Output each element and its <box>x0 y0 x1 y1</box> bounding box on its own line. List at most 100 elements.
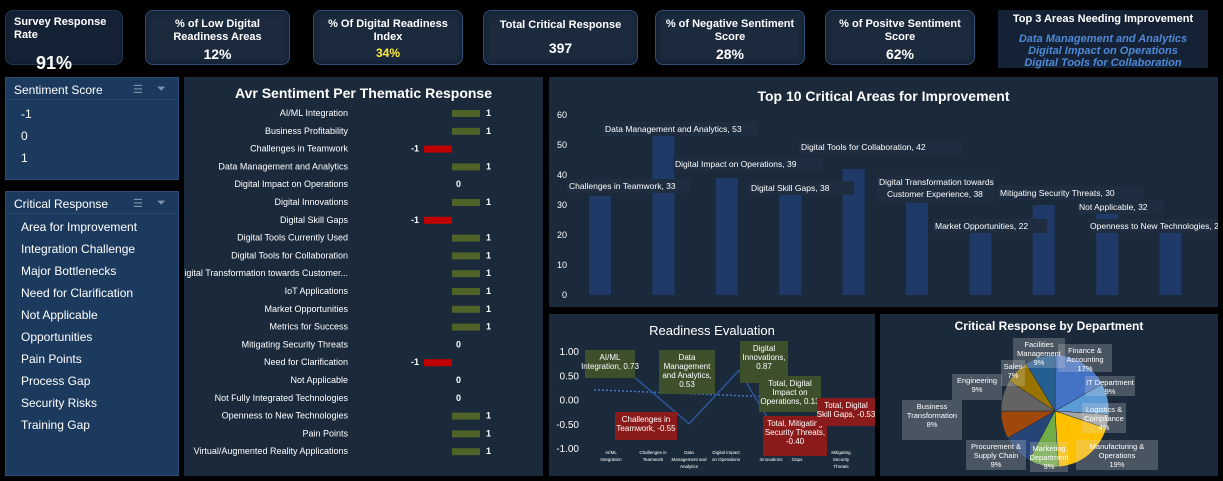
data-label: Operations, 0.13 <box>760 397 820 406</box>
multi-select-icon[interactable]: ☰ <box>133 197 143 210</box>
data-label: Procurement & <box>971 442 1021 451</box>
data-label: Digital <box>753 344 775 353</box>
slicer-item[interactable]: Opportunities <box>6 326 178 348</box>
data-label: 9% <box>1044 462 1055 471</box>
y-tick-label: 0 <box>562 290 567 300</box>
slicer-item[interactable]: Need for Clarification <box>6 282 178 304</box>
category-label: AI/ML Integration <box>280 108 348 118</box>
category-label: Business Profitability <box>265 126 349 136</box>
slicer-item[interactable]: Security Risks <box>6 392 178 414</box>
y-tick-label: 1.00 <box>560 347 580 358</box>
top3-item: Digital Tools for Collaboration <box>1024 57 1182 69</box>
kpi-title: % Of Digital Readiness Index <box>328 18 448 43</box>
data-label: Business <box>917 402 948 411</box>
y-tick-label: 0.50 <box>560 371 580 382</box>
kpi-negative-sentiment: % of Negative Sentiment Score 28% <box>655 10 805 65</box>
slicer-item[interactable]: Pain Points <box>6 348 178 370</box>
slicer-item[interactable]: Integration Challenge <box>6 238 178 260</box>
data-label: Operations <box>1099 451 1136 460</box>
category-label: Digital Skill Gaps <box>280 215 349 225</box>
data-label: 0.53 <box>679 380 695 389</box>
data-label: Compliance <box>1084 414 1124 423</box>
data-label: -0.40 <box>786 437 805 446</box>
sentiment-bar <box>452 448 480 456</box>
x-tick-label: Data <box>684 450 694 455</box>
kpi-value: 91% <box>36 53 73 73</box>
y-tick-label: 60 <box>557 110 567 120</box>
data-label: Openness to New Technologies, 23 <box>1090 221 1218 231</box>
y-tick-label: 40 <box>557 170 567 180</box>
data-label: Data Management and Analytics, 53 <box>605 124 742 134</box>
y-tick-label: 20 <box>557 230 567 240</box>
data-label: Engineering <box>957 376 997 385</box>
data-label: Manufacturing & <box>1090 442 1145 451</box>
data-label: Innovations, <box>742 353 785 362</box>
slicer-item[interactable]: Major Bottlenecks <box>6 260 178 282</box>
data-label: 1 <box>486 108 491 118</box>
slicer-item[interactable]: Process Gap <box>6 370 178 392</box>
y-tick-label: 50 <box>557 140 567 150</box>
data-label: Supply Chain <box>974 451 1019 460</box>
y-tick-label: -1.00 <box>556 444 579 455</box>
data-label: Management <box>664 362 711 371</box>
sentiment-bar <box>424 145 452 153</box>
data-label: Total, Digital <box>768 379 812 388</box>
data-label: 1 <box>486 446 491 456</box>
data-label: 0 <box>456 339 461 349</box>
data-label: Total, Digital <box>824 401 868 410</box>
sentiment-bar <box>424 359 452 367</box>
clear-filter-icon[interactable]: ⏷ <box>157 197 166 210</box>
data-label: Data <box>679 353 696 362</box>
x-tick-label: Integration <box>600 457 622 462</box>
x-tick-label: Challenges in <box>639 450 667 455</box>
data-label: Not Applicable, 32 <box>1079 202 1148 212</box>
data-label: -1 <box>411 144 419 154</box>
slicer-item[interactable]: 0 <box>6 125 178 147</box>
kpi-title: Total Critical Response <box>499 19 622 31</box>
kpi-value: 62% <box>885 46 915 62</box>
data-label: Logistics & <box>1086 405 1122 414</box>
y-tick-label: 10 <box>557 260 567 270</box>
data-label: Challenges in <box>622 415 670 424</box>
data-label: 1 <box>486 411 491 421</box>
x-tick-label: Digital Impact <box>712 450 740 455</box>
slicer-item[interactable]: Area for Improvement <box>6 216 178 238</box>
slicer-item[interactable]: Training Gap <box>6 414 178 436</box>
data-label: 19% <box>1109 460 1124 469</box>
data-label: Customer Experience, 38 <box>887 189 983 199</box>
kpi-low-digital-readiness: % of Low Digital Readiness Areas 12% <box>145 10 290 65</box>
x-tick-label: AI/ML <box>605 450 617 455</box>
data-label: 1 <box>486 428 491 438</box>
data-label: Total, Mitigating <box>767 419 823 428</box>
category-label: Not Fully Integrated Technologies <box>215 393 349 403</box>
category-label: Digital Innovations <box>274 197 348 207</box>
x-tick-label: Analytics <box>680 464 699 469</box>
kpi-value: 12% <box>203 46 232 62</box>
data-label: Marketing <box>1033 444 1066 453</box>
slicer-item[interactable]: -1 <box>6 103 178 125</box>
bar <box>715 178 738 295</box>
data-label: Digital Impact on Operations, 39 <box>675 159 797 169</box>
data-label: Teamwork, -0.55 <box>616 424 676 433</box>
bar <box>1032 205 1055 295</box>
data-label: and Analytics, <box>662 371 711 380</box>
data-label: 9% <box>972 385 983 394</box>
multi-select-icon[interactable]: ☰ <box>133 83 143 96</box>
slicer-item[interactable]: 1 <box>6 147 178 169</box>
bar <box>652 136 675 295</box>
sentiment-bar <box>424 216 452 224</box>
kpi-value: 34% <box>375 46 401 60</box>
kpi-title: % of Positve Sentiment Score <box>839 18 961 43</box>
data-label: 9% <box>1105 387 1116 396</box>
category-label: Data Management and Analytics <box>218 161 348 171</box>
kpi-value: 28% <box>715 46 745 62</box>
clear-filter-icon[interactable]: ⏷ <box>157 83 166 96</box>
data-label: 9% <box>1034 358 1045 367</box>
slicer-item[interactable]: Not Applicable <box>6 304 178 326</box>
data-label: 9% <box>991 460 1002 469</box>
slicer-sentiment-score: Sentiment Score ☰ ⏷ -1 0 1 <box>5 77 179 180</box>
x-tick-label: Threats <box>833 464 849 469</box>
sentiment-bar <box>452 199 480 206</box>
data-label: Digital Transformation towards <box>879 177 994 187</box>
category-label: Metrics for Success <box>269 322 348 332</box>
